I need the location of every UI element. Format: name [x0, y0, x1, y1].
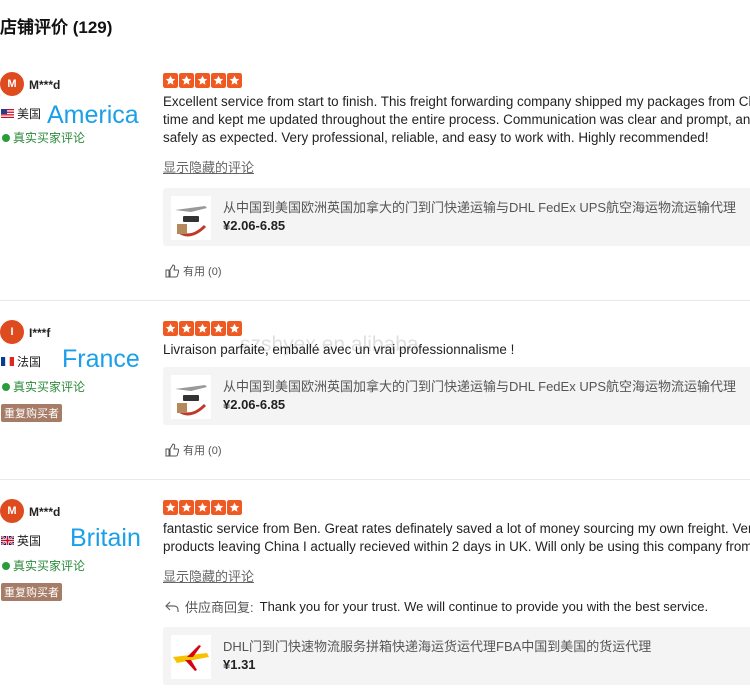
- reviewer-country: 英国: [1, 532, 41, 549]
- supplier-reply: 供应商回复: Thank you for your trust. We will…: [165, 597, 708, 616]
- star-icon: [211, 500, 226, 515]
- reviewer-name: M***d: [29, 505, 61, 519]
- star-icon: [227, 73, 242, 88]
- review-text: Excellent service from start to finish. …: [163, 94, 750, 145]
- product-price: ¥1.31: [223, 657, 256, 672]
- star-icon: [195, 321, 210, 336]
- star-rating: [163, 321, 242, 336]
- product-price: ¥2.06-6.85: [223, 397, 286, 412]
- star-rating: [163, 500, 242, 515]
- avatar: M: [0, 499, 24, 523]
- country-overlay-label: France: [62, 345, 140, 373]
- product-card[interactable]: 从中国到美国欧洲英国加拿大的门到门快递运输与DHL FedEx UPS航空海运物…: [163, 367, 750, 425]
- reply-text: Thank you for your trust. We will contin…: [259, 599, 709, 614]
- verified-check-icon: [2, 561, 10, 570]
- watermark: szshyex.en.alibaba: [240, 333, 419, 356]
- star-icon: [179, 73, 194, 88]
- reply-label: 供应商回复:: [185, 600, 254, 615]
- avatar: I: [0, 320, 24, 344]
- country-overlay-label: America: [47, 101, 139, 129]
- star-icon: [227, 500, 242, 515]
- uk-flag-icon: [1, 536, 14, 545]
- divider: [0, 479, 750, 480]
- product-title: 从中国到美国欧洲英国加拿大的门到门快递运输与DHL FedEx UPS航空海运物…: [223, 200, 737, 215]
- reviewer-name: I***f: [29, 326, 51, 340]
- delivery-product-thumbnail: [171, 375, 211, 419]
- us-flag-icon: [1, 109, 14, 118]
- product-title: DHL门到门快速物流服务拼箱快递海运货运代理FBA中国到美国的货运代理: [223, 639, 652, 654]
- thumbs-up-icon: [165, 264, 179, 278]
- country-label: 法国: [17, 355, 42, 369]
- fr-flag-icon: [1, 357, 14, 366]
- thumbs-up-icon: [165, 443, 179, 457]
- product-card[interactable]: DHL门到门快速物流服务拼箱快递海运货运代理FBA中国到美国的货运代理 ¥1.3…: [163, 627, 750, 685]
- reviewer-country: 美国: [1, 105, 41, 122]
- star-rating: [163, 73, 242, 88]
- star-icon: [211, 73, 226, 88]
- reviewer-country: 法国: [1, 353, 41, 370]
- verified-buyer-badge: 真实买家评论: [2, 557, 85, 574]
- country-overlay-label: Britain: [70, 524, 141, 552]
- verified-buyer-badge: 真实买家评论: [2, 378, 85, 395]
- show-hidden-review-link[interactable]: 显示隐藏的评论: [163, 157, 254, 176]
- star-icon: [179, 321, 194, 336]
- avatar: M: [0, 72, 24, 96]
- product-title: 从中国到美国欧洲英国加拿大的门到门快递运输与DHL FedEx UPS航空海运物…: [223, 379, 737, 394]
- verified-check-icon: [2, 133, 10, 142]
- reviewer-name: M***d: [29, 78, 61, 92]
- verified-check-icon: [2, 382, 10, 391]
- star-icon: [195, 500, 210, 515]
- star-icon: [163, 500, 178, 515]
- reply-icon: [165, 601, 179, 612]
- star-icon: [195, 73, 210, 88]
- delivery-product-thumbnail: [171, 196, 211, 240]
- star-icon: [211, 321, 226, 336]
- page-title: 店铺评价 (129): [0, 18, 113, 37]
- star-icon: [179, 500, 194, 515]
- helpful-button[interactable]: 有用 (0): [165, 263, 222, 279]
- helpful-button[interactable]: 有用 (0): [165, 442, 222, 458]
- verified-buyer-badge: 真实买家评论: [2, 129, 85, 146]
- show-hidden-review-link[interactable]: 显示隐藏的评论: [163, 566, 254, 585]
- product-price: ¥2.06-6.85: [223, 218, 286, 233]
- country-label: 英国: [17, 534, 42, 548]
- product-card[interactable]: 从中国到美国欧洲英国加拿大的门到门快递运输与DHL FedEx UPS航空海运物…: [163, 188, 750, 246]
- repeat-buyer-badge: 重复购买者: [1, 404, 62, 422]
- review-text: fantastic service from Ben. Great rates …: [163, 521, 750, 554]
- country-label: 美国: [17, 107, 42, 121]
- repeat-buyer-badge: 重复购买者: [1, 583, 62, 601]
- divider: [0, 300, 750, 301]
- dhl-plane-thumbnail: [171, 635, 211, 679]
- star-icon: [163, 321, 178, 336]
- star-icon: [163, 73, 178, 88]
